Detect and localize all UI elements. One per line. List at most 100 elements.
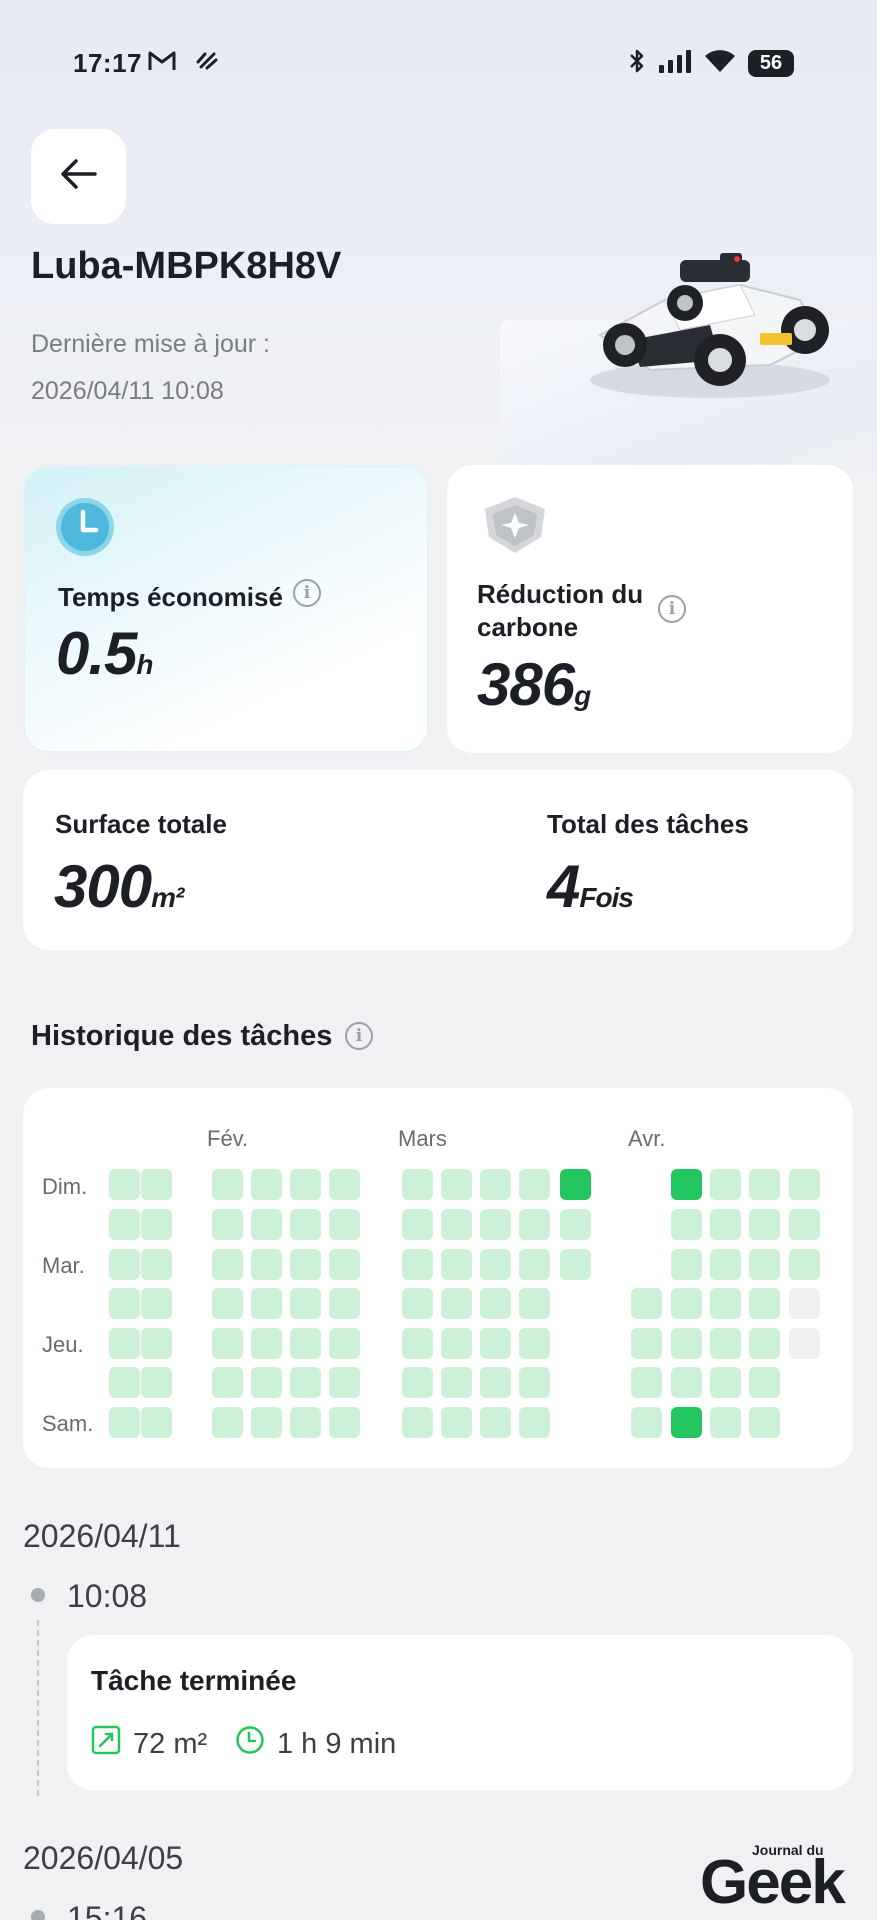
heatmap-cell xyxy=(212,1209,243,1240)
heatmap-cell xyxy=(329,1288,360,1319)
totals-card: Surface totale 300m² Total des tâches 4F… xyxy=(23,770,853,950)
heatmap-cell xyxy=(519,1367,550,1398)
heatmap-cell xyxy=(251,1407,282,1438)
heatmap-cell xyxy=(251,1328,282,1359)
clock-icon xyxy=(55,497,115,562)
heatmap-cell xyxy=(290,1407,321,1438)
timeline-time-1: 10:08 xyxy=(67,1578,148,1614)
wifi-icon xyxy=(704,49,736,78)
heatmap-cell xyxy=(109,1288,140,1319)
heatmap-cell xyxy=(480,1169,511,1200)
carbon-unit: g xyxy=(574,680,591,711)
heatmap-cell xyxy=(329,1249,360,1280)
surface-value-wrap: 300m² xyxy=(54,852,184,921)
heatmap-cell xyxy=(402,1209,433,1240)
heatmap-cell xyxy=(109,1328,140,1359)
task-duration-value: 1 h 9 min xyxy=(277,1727,397,1760)
heatmap-cell xyxy=(671,1328,702,1359)
heatmap-cell xyxy=(749,1209,780,1240)
task-card[interactable]: Tâche terminée 72 m² 1 h 9 min xyxy=(67,1635,853,1790)
heatmap-cell xyxy=(441,1169,472,1200)
bluetooth-icon xyxy=(628,48,646,79)
heatmap-cell xyxy=(749,1367,780,1398)
month-label-feb: Fév. xyxy=(207,1126,249,1151)
heatmap-cell xyxy=(749,1328,780,1359)
time-saved-info-icon[interactable]: i xyxy=(293,579,321,607)
gmail-icon xyxy=(148,50,176,79)
heatmap-cell xyxy=(212,1328,243,1359)
heatmap-cell xyxy=(290,1367,321,1398)
carbon-label-line1: Réduction du xyxy=(477,579,644,609)
heatmap-cell xyxy=(212,1367,243,1398)
heatmap-cell-active xyxy=(671,1169,702,1200)
heatmap-cell xyxy=(402,1367,433,1398)
heatmap-cell xyxy=(251,1169,282,1200)
heatmap-cell xyxy=(671,1209,702,1240)
app-notification-icon xyxy=(195,50,219,79)
heatmap-cell xyxy=(441,1367,472,1398)
tasks-label: Total des tâches xyxy=(547,809,749,839)
heatmap-cell xyxy=(329,1328,360,1359)
carbon-label-line2: carbone xyxy=(477,612,579,642)
history-info-icon[interactable]: i xyxy=(345,1022,373,1050)
carbon-value-wrap: 386g xyxy=(477,650,591,719)
heatmap-cell xyxy=(441,1249,472,1280)
month-label-apr: Avr. xyxy=(628,1126,666,1151)
day-label-tue: Mar. xyxy=(42,1253,85,1278)
heatmap-cell xyxy=(329,1209,360,1240)
tasks-unit: Fois xyxy=(579,882,634,913)
time-saved-label: Temps économisé xyxy=(58,582,283,612)
carbon-info-icon[interactable]: i xyxy=(658,595,686,623)
heatmap-cell xyxy=(710,1169,741,1200)
watermark-big: Geek xyxy=(700,1848,846,1917)
timeline-date-1: 2026/04/11 xyxy=(23,1518,181,1554)
heatmap-cell xyxy=(710,1367,741,1398)
heatmap-cell xyxy=(519,1328,550,1359)
heatmap-cell xyxy=(251,1249,282,1280)
heatmap-cell xyxy=(109,1407,140,1438)
carbon-value: 386 xyxy=(477,651,575,718)
day-label-sat: Sam. xyxy=(42,1411,94,1436)
heatmap-cell xyxy=(212,1249,243,1280)
heatmap-cell xyxy=(251,1367,282,1398)
time-saved-value-wrap: 0.5h xyxy=(56,619,154,688)
heatmap-cell xyxy=(402,1328,433,1359)
heatmap-cell xyxy=(631,1407,662,1438)
heatmap-cell xyxy=(441,1288,472,1319)
day-label-sun: Dim. xyxy=(42,1174,88,1199)
task-area: 72 m² xyxy=(91,1725,207,1763)
heatmap-cell xyxy=(789,1209,820,1240)
heatmap-cell xyxy=(789,1328,820,1359)
heatmap-cell xyxy=(480,1407,511,1438)
heatmap-cell xyxy=(329,1407,360,1438)
heatmap-cell xyxy=(212,1288,243,1319)
heatmap-cell xyxy=(560,1249,591,1280)
heatmap-cell xyxy=(141,1249,172,1280)
heatmap-cell xyxy=(519,1249,550,1280)
area-icon xyxy=(91,1725,121,1763)
heatmap-cell xyxy=(480,1249,511,1280)
heatmap-cell xyxy=(290,1209,321,1240)
heatmap-cell xyxy=(441,1407,472,1438)
timeline-time-2: 15:16 xyxy=(67,1900,148,1920)
heatmap-cell xyxy=(251,1209,282,1240)
leaf-badge-icon xyxy=(477,495,553,560)
heatmap-cell xyxy=(631,1288,662,1319)
heatmap-cell xyxy=(671,1249,702,1280)
heatmap-cell xyxy=(710,1249,741,1280)
back-button[interactable] xyxy=(31,129,126,224)
heatmap-cell xyxy=(212,1407,243,1438)
heatmap-cell xyxy=(290,1169,321,1200)
heatmap-cell xyxy=(402,1249,433,1280)
heatmap-cell xyxy=(290,1288,321,1319)
heatmap-cell xyxy=(519,1169,550,1200)
journal-du-geek-watermark: Journal du Geek xyxy=(700,1842,865,1920)
clock-outline-icon xyxy=(235,1725,265,1763)
surface-unit: m² xyxy=(151,882,184,913)
heatmap-cell xyxy=(710,1209,741,1240)
mower-image xyxy=(590,253,830,398)
time-saved-card: Temps économisé i 0.5h xyxy=(23,465,429,753)
heatmap-cell xyxy=(519,1407,550,1438)
heatmap-cell xyxy=(441,1209,472,1240)
heatmap-cell xyxy=(141,1288,172,1319)
